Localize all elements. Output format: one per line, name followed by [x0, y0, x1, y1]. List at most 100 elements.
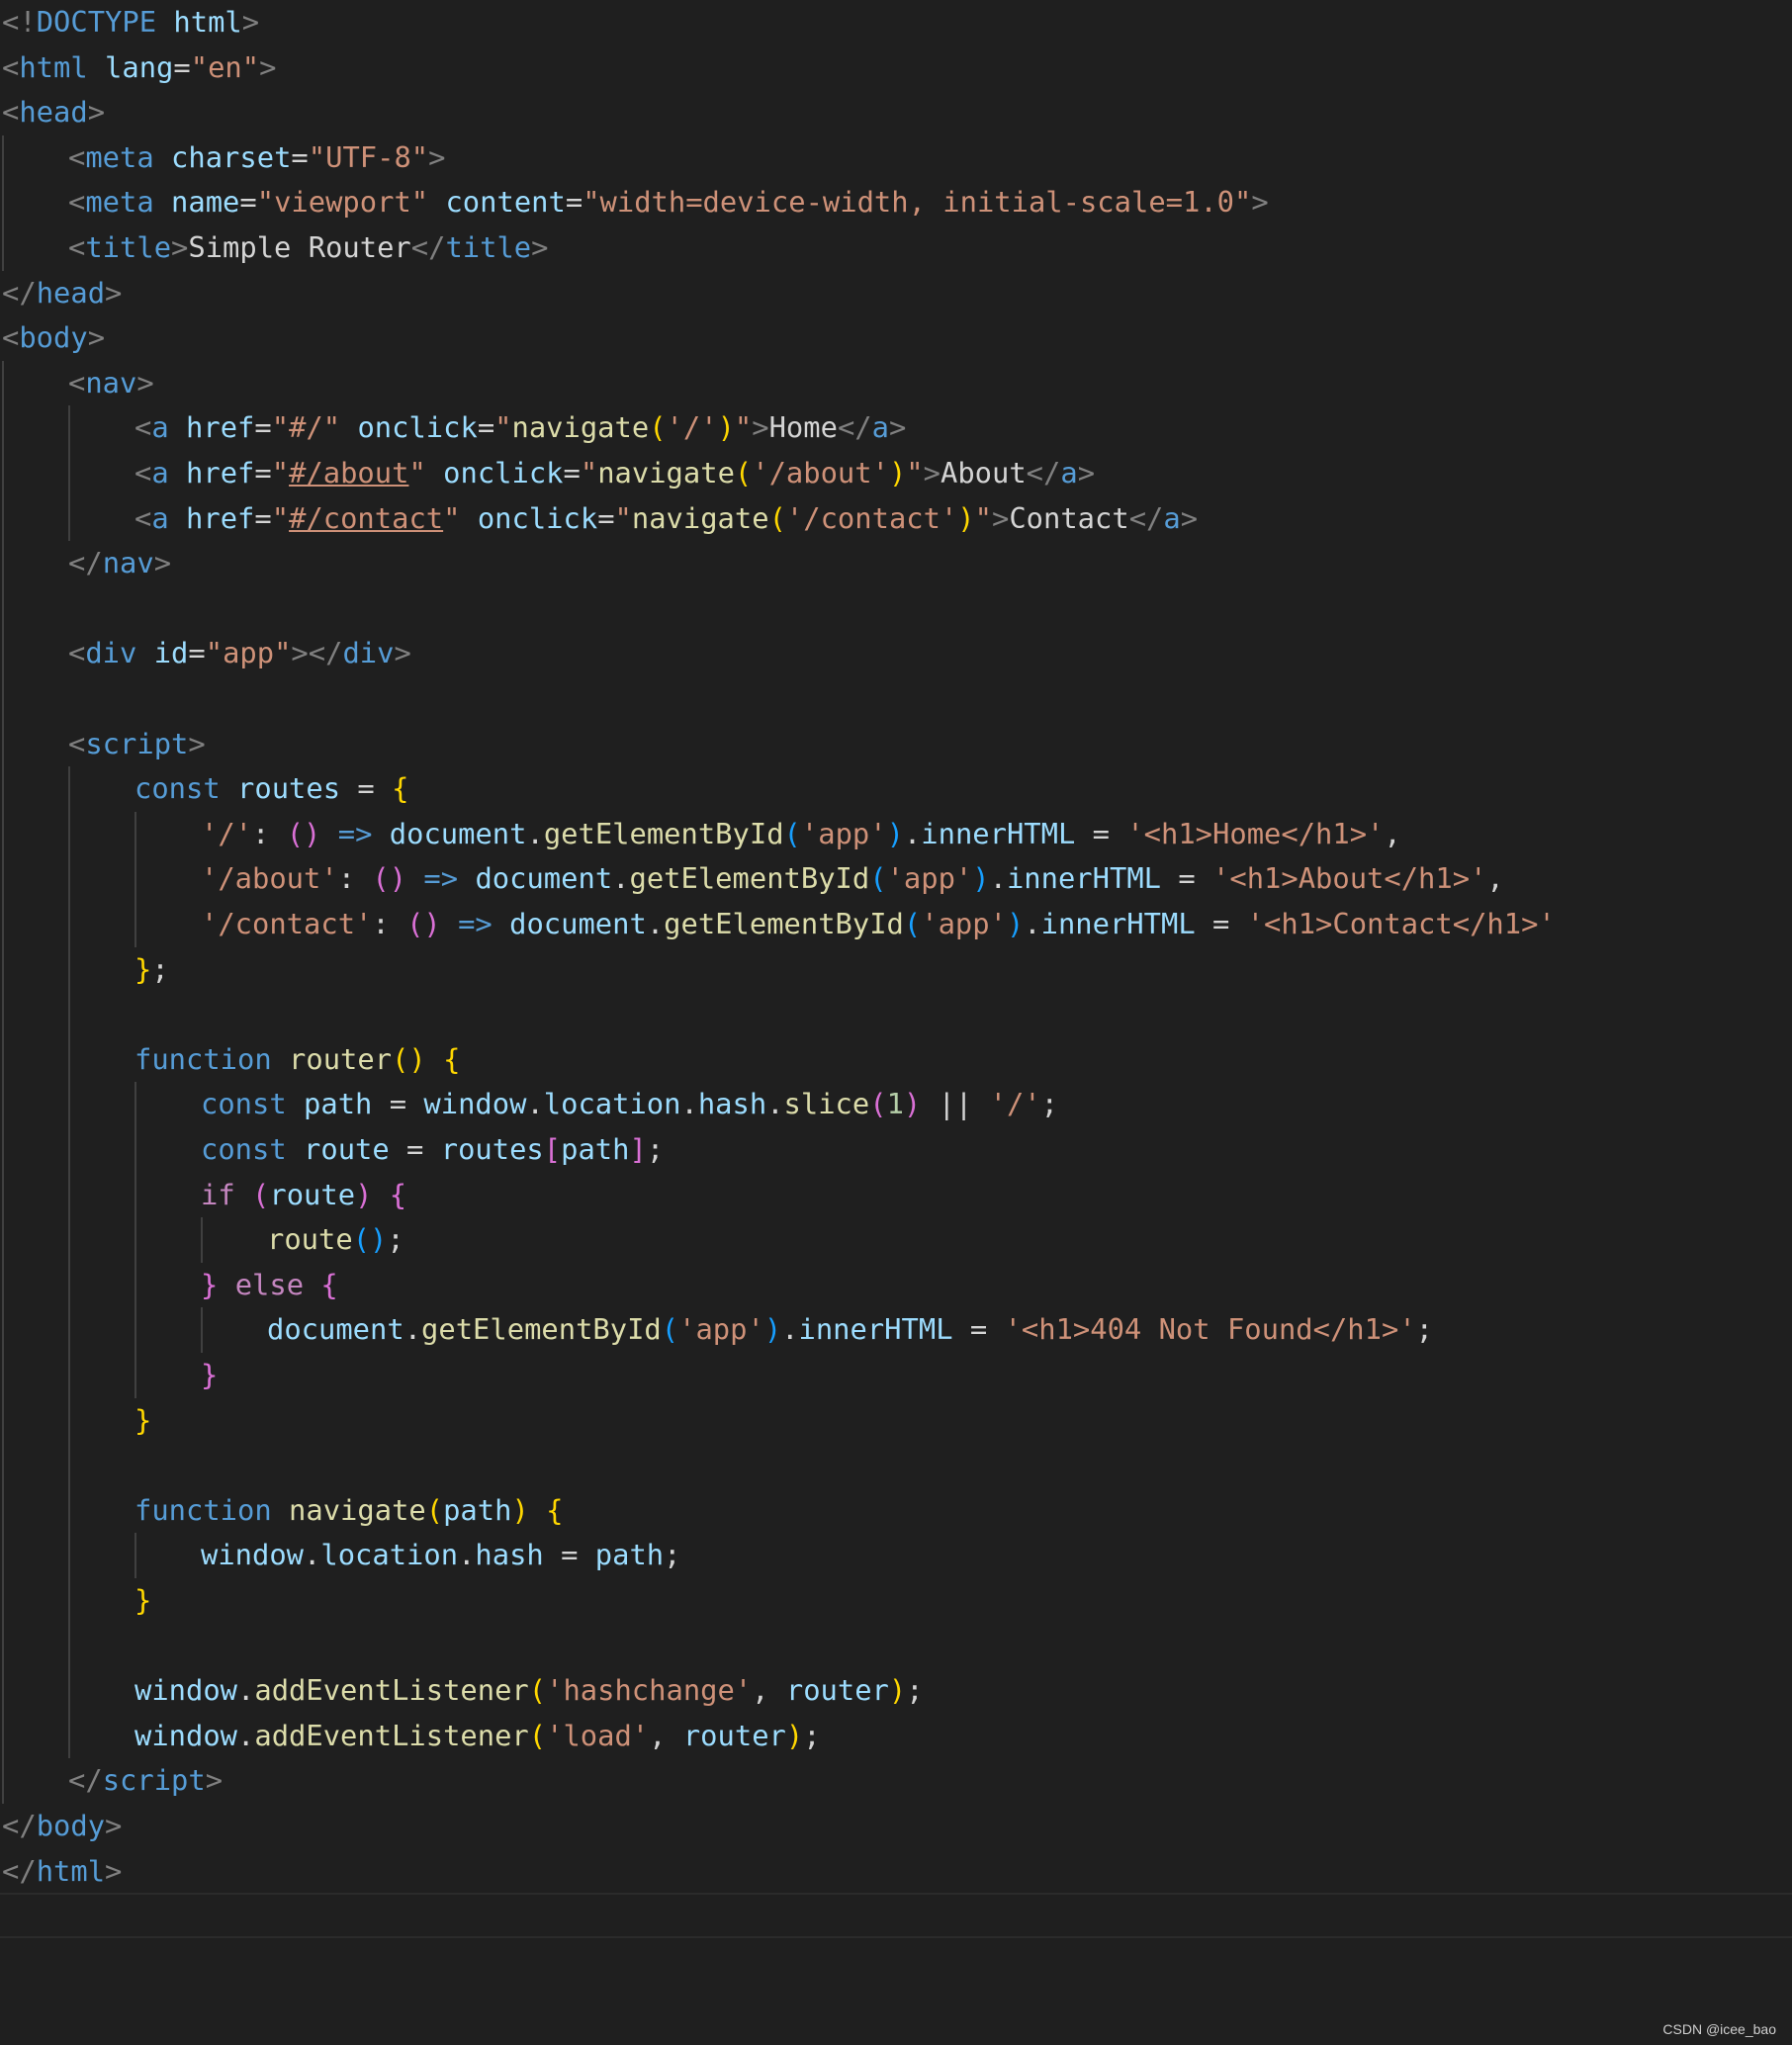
code-token: = — [565, 185, 583, 220]
code-token: = — [239, 185, 257, 220]
code-line[interactable]: <title>Simple Router</title> — [68, 225, 548, 271]
code-line[interactable]: }; — [134, 947, 169, 993]
code-line[interactable]: const path = window.location.hash.slice(… — [201, 1082, 1058, 1127]
code-token: charset — [171, 139, 292, 174]
code-line[interactable]: document.getElementById('app').innerHTML… — [267, 1307, 1433, 1353]
code-token: onclick — [357, 410, 478, 445]
code-token: } — [201, 1267, 219, 1301]
code-line[interactable]: } else { — [201, 1263, 338, 1308]
code-token: router — [785, 1673, 889, 1708]
code-token: navigate — [631, 500, 769, 535]
code-line[interactable]: <body> — [2, 315, 105, 361]
code-line[interactable]: </html> — [2, 1849, 122, 1895]
code-token: ) — [903, 1087, 922, 1121]
code-token: = — [254, 500, 272, 535]
code-token: { — [392, 771, 409, 806]
code-line[interactable]: </script> — [68, 1758, 223, 1804]
code-token: head — [36, 275, 106, 310]
code-line[interactable]: window.addEventListener('load', router); — [134, 1714, 821, 1759]
code-token: function — [134, 1492, 272, 1527]
code-line[interactable]: </head> — [2, 271, 122, 316]
code-token: ( — [903, 907, 922, 940]
indent-guide — [201, 1307, 203, 1353]
code-token: window — [201, 1538, 305, 1572]
code-token: a — [1060, 456, 1078, 489]
code-token: Home — [768, 410, 838, 445]
code-line[interactable]: <a href="#/contact" onclick="navigate('/… — [134, 496, 1198, 542]
code-line[interactable]: if (route) { — [201, 1173, 406, 1218]
code-token: } — [134, 1583, 152, 1617]
code-line[interactable]: function navigate(path) { — [134, 1488, 563, 1534]
code-line[interactable]: window.addEventListener('hashchange', ro… — [134, 1668, 924, 1714]
code-token: = — [563, 456, 581, 489]
code-token: ) — [1006, 907, 1025, 940]
code-line[interactable]: <!DOCTYPE html> — [2, 0, 259, 45]
code-token: if — [201, 1177, 235, 1211]
code-token: < — [2, 49, 20, 84]
code-token: location — [543, 1087, 681, 1121]
code-token: 'app' — [886, 861, 973, 896]
code-token: '/contact' — [201, 907, 373, 940]
code-line[interactable]: window.location.hash = path; — [201, 1533, 681, 1578]
current-line-highlight[interactable] — [0, 1893, 1792, 1938]
code-token: > — [87, 320, 106, 355]
code-token: : — [337, 861, 373, 896]
code-token: < — [68, 185, 86, 220]
code-line[interactable]: function router() { — [134, 1037, 460, 1083]
code-token: < — [68, 139, 86, 174]
code-token: ( — [425, 1492, 444, 1527]
code-token: getElementById — [421, 1312, 662, 1347]
code-token: ) — [355, 1177, 373, 1211]
code-token: || — [921, 1087, 990, 1121]
code-token: 'app' — [678, 1312, 764, 1347]
code-line[interactable]: <meta charset="UTF-8"> — [68, 135, 445, 181]
code-line[interactable]: <head> — [2, 90, 105, 135]
code-line[interactable]: route(); — [267, 1217, 404, 1263]
code-line[interactable]: } — [201, 1353, 218, 1398]
code-token: ; — [906, 1673, 924, 1708]
code-line[interactable]: } — [134, 1398, 151, 1444]
code-token: path — [443, 1492, 512, 1527]
code-token: "app" — [205, 636, 292, 670]
code-line[interactable]: '/about': () => document.getElementById(… — [201, 856, 1504, 902]
code-line[interactable]: <a href="#/" onclick="navigate('/')">Hom… — [134, 405, 906, 451]
code-token: hash — [475, 1538, 544, 1572]
footer-area: CSDN @icee_bao — [0, 1940, 1792, 2045]
code-line[interactable]: </nav> — [68, 541, 171, 586]
code-token: : — [372, 907, 407, 940]
code-line[interactable]: <a href="#/about" onclick="navigate('/ab… — [134, 451, 1095, 496]
code-token: #/about — [289, 456, 409, 489]
code-token: > — [531, 230, 549, 264]
code-line[interactable]: <nav> — [68, 361, 154, 406]
code-token: id — [153, 636, 189, 670]
code-line[interactable]: } — [134, 1578, 151, 1624]
code-token: '/' — [201, 816, 253, 850]
code-token: ) — [763, 1312, 782, 1347]
code-line[interactable]: const route = routes[path]; — [201, 1127, 664, 1173]
code-token: { — [546, 1492, 564, 1527]
code-token: () — [286, 816, 321, 850]
code-line[interactable]: <div id="app"></div> — [68, 631, 411, 676]
code-editor[interactable]: <!DOCTYPE html> <html lang="en"> <head> <me… — [0, 0, 1792, 1894]
code-token: hash — [697, 1087, 767, 1121]
code-line[interactable]: <meta name="viewport" content="width=dev… — [68, 180, 1269, 225]
code-token: lang — [105, 49, 174, 84]
code-token: " — [408, 456, 426, 489]
code-token: = — [389, 1132, 441, 1166]
code-line[interactable]: '/contact': () => document.getElementByI… — [201, 902, 1556, 947]
code-token: > — [105, 275, 123, 310]
code-token: 'load' — [546, 1718, 650, 1752]
code-token: </ — [410, 230, 446, 264]
code-token: navigate — [511, 410, 650, 445]
code-line[interactable]: const routes = { — [134, 766, 408, 812]
code-line[interactable]: <html lang="en"> — [2, 45, 276, 91]
code-line[interactable]: '/': () => document.getElementById('app'… — [201, 812, 1401, 857]
code-line[interactable]: <script> — [68, 722, 206, 767]
code-line[interactable]: </body> — [2, 1804, 122, 1849]
code-token: </ — [2, 1853, 37, 1888]
code-token: href — [186, 410, 255, 445]
